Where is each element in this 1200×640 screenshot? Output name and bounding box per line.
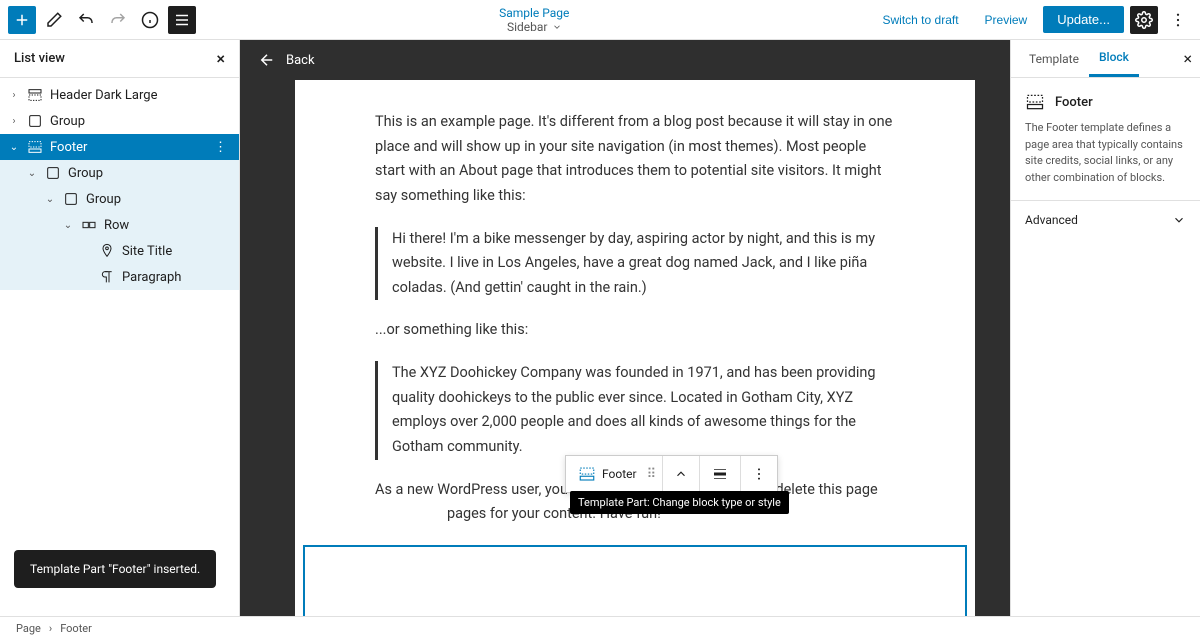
footer-icon [27, 139, 43, 155]
row-icon [81, 217, 97, 233]
move-up-button[interactable] [669, 460, 693, 488]
info-icon [141, 11, 159, 29]
undo-button[interactable] [72, 6, 100, 34]
preview-button[interactable]: Preview [975, 7, 1038, 33]
options-button[interactable] [1164, 6, 1192, 34]
top-toolbar: Sample Page Sidebar Switch to draft Prev… [0, 0, 1200, 40]
group-icon [45, 165, 61, 181]
list-item-site-title[interactable]: Site Title [0, 238, 239, 264]
close-list-view[interactable]: × [216, 49, 225, 68]
block-toolbar: Footer ⠿ [565, 455, 778, 493]
document-title[interactable]: Sample Page Sidebar [499, 6, 569, 34]
block-breadcrumb: Page › Footer [0, 616, 1200, 640]
align-button[interactable] [706, 460, 734, 488]
chevron-up-icon [674, 467, 688, 481]
footer-icon [578, 465, 596, 483]
list-view-button[interactable] [168, 6, 196, 34]
tab-block[interactable]: Block [1089, 40, 1139, 77]
header-icon [27, 87, 43, 103]
list-item-group-2[interactable]: ⌄ Group [0, 186, 239, 212]
block-toolbar-tooltip: Template Part: Change block type or styl… [570, 491, 789, 514]
tools-button[interactable] [40, 6, 68, 34]
block-type-button[interactable]: Footer [572, 465, 643, 483]
settings-button[interactable] [1130, 6, 1158, 34]
pin-icon [99, 243, 115, 259]
chevron-down-icon [1172, 213, 1186, 227]
quote-block[interactable]: The XYZ Doohickey Company was founded in… [375, 361, 895, 460]
breadcrumb-item[interactable]: Footer [60, 622, 92, 635]
back-button[interactable]: Back [258, 51, 315, 69]
list-item-row[interactable]: ⌄ Row [0, 212, 239, 238]
list-item-more[interactable]: ⋮ [210, 140, 231, 155]
group-icon [27, 113, 43, 129]
drag-handle[interactable]: ⠿ [647, 467, 657, 482]
quote-block[interactable]: Hi there! I'm a bike messenger by day, a… [375, 227, 895, 301]
more-vertical-icon [1169, 11, 1187, 29]
list-item-group-1[interactable]: ⌄ Group [0, 160, 239, 186]
plus-icon [13, 11, 31, 29]
settings-sidebar: Template Block × Footer The Footer templ… [1010, 40, 1200, 616]
tab-template[interactable]: Template [1019, 40, 1089, 77]
list-view-panel: List view × › Header Dark Large › Group … [0, 40, 240, 616]
paragraph-block[interactable]: ...or something like this: [375, 318, 895, 343]
add-block-button[interactable] [8, 6, 36, 34]
page-content[interactable]: This is an example page. It's different … [295, 80, 975, 616]
details-button[interactable] [136, 6, 164, 34]
more-vertical-icon [751, 466, 767, 482]
list-view-title: List view [14, 51, 65, 66]
editor-canvas: Back This is an example page. It's diffe… [240, 40, 1010, 616]
list-view-icon [173, 11, 191, 29]
block-options-button[interactable] [747, 460, 771, 488]
redo-button[interactable] [104, 6, 132, 34]
gear-icon [1135, 11, 1153, 29]
paragraph-block[interactable]: This is an example page. It's different … [375, 110, 895, 209]
close-settings[interactable]: × [1183, 49, 1192, 68]
paragraph-icon [99, 269, 115, 285]
switch-draft-button[interactable]: Switch to draft [873, 7, 969, 33]
arrow-left-icon [258, 51, 276, 69]
chevron-down-icon [552, 22, 562, 32]
breadcrumb-item[interactable]: Page [16, 622, 41, 635]
advanced-panel[interactable]: Advanced [1011, 200, 1200, 239]
edit-icon [45, 11, 63, 29]
footer-icon [1025, 92, 1045, 112]
block-card-title: Footer [1025, 92, 1186, 112]
update-button[interactable]: Update... [1043, 6, 1124, 33]
undo-icon [77, 11, 95, 29]
align-icon [711, 465, 729, 483]
redo-icon [109, 11, 127, 29]
snackbar: Template Part "Footer" inserted. [14, 550, 216, 588]
footer-template-part[interactable]: Site title Proudly powered by WordPress … [303, 545, 967, 616]
list-item-footer[interactable]: ⌄ Footer ⋮ [0, 134, 239, 160]
list-item-header[interactable]: › Header Dark Large [0, 82, 239, 108]
block-card-description: The Footer template defines a page area … [1025, 120, 1186, 186]
list-item-paragraph[interactable]: Paragraph [0, 264, 239, 290]
group-icon [63, 191, 79, 207]
list-item-group[interactable]: › Group [0, 108, 239, 134]
